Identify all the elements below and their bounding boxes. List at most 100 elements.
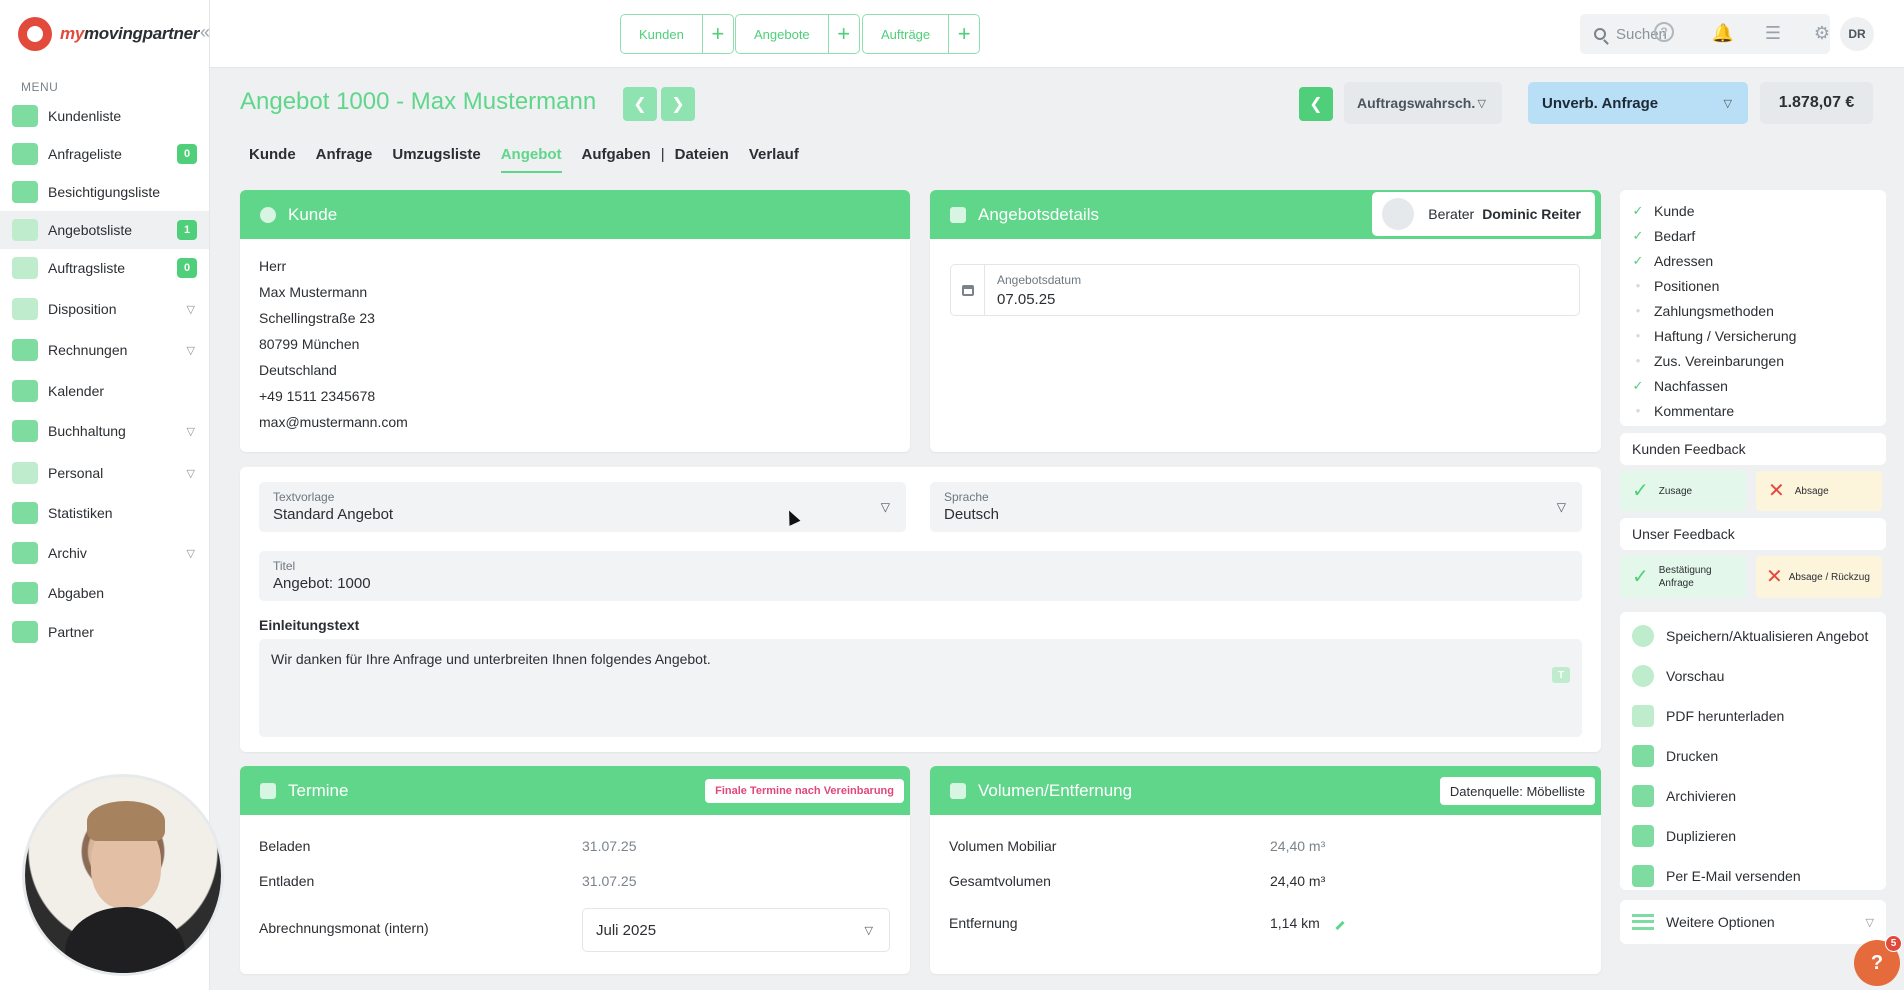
check-adressen[interactable]: ✓ Adressen — [1632, 248, 1874, 273]
accept-button[interactable]: ✓ Zusage — [1620, 471, 1746, 511]
archive-button[interactable]: Archivieren — [1632, 776, 1874, 816]
check-nachfassen[interactable]: ✓ Nachfassen — [1632, 373, 1874, 398]
download-icon — [1632, 785, 1654, 807]
text-settings-card: Textvorlage Standard Angebot ▽ Sprache D… — [240, 467, 1601, 752]
customers-icon — [12, 105, 38, 127]
gear-icon[interactable]: ⚙ — [1811, 22, 1833, 44]
preview-button[interactable]: Vorschau — [1632, 656, 1874, 696]
archive-icon — [12, 542, 38, 564]
add-angebot-icon[interactable]: + — [829, 15, 859, 53]
sidebar-item-abgaben[interactable]: Abgaben — [0, 574, 209, 612]
chevron-down-icon: ▽ — [1865, 916, 1874, 929]
staff-icon — [12, 462, 38, 484]
menu-lines-icon — [1632, 914, 1654, 930]
check-icon: ✓ — [1632, 227, 1644, 243]
accounting-icon — [12, 420, 38, 442]
more-options-button[interactable]: Weitere Optionen ▽ — [1620, 900, 1886, 944]
star-icon — [950, 206, 966, 223]
sidebar-item-partner[interactable]: Partner — [0, 613, 209, 651]
probability-select[interactable]: Auftragswahrsch. ▽ — [1344, 82, 1502, 124]
check-icon: ✓ — [1632, 480, 1649, 502]
chevron-down-icon: ▽ — [1477, 97, 1486, 110]
sidebar-item-buchhaltung[interactable]: Buchhaltung ▽ — [0, 412, 209, 450]
decline-button[interactable]: ✕ Absage — [1756, 471, 1882, 511]
calendar-icon — [951, 265, 985, 315]
user-avatar[interactable]: DR — [1840, 17, 1874, 51]
sidebar-item-angebotsliste[interactable]: Angebotsliste 1 — [0, 211, 209, 249]
phone: +49 1511 2345678 — [259, 388, 376, 404]
sidebar-item-kundenliste[interactable]: Kundenliste — [0, 97, 209, 135]
language-select[interactable]: Sprache Deutsch ▽ — [930, 482, 1582, 532]
sidebar-item-rechnungen[interactable]: Rechnungen ▽ — [0, 331, 209, 369]
person-icon — [260, 206, 276, 223]
unloading-label: Entladen — [259, 873, 315, 889]
billing-month-select[interactable]: Juli 2025 ▽ — [582, 908, 890, 952]
sidebar-item-anfrageliste[interactable]: Anfrageliste 0 — [0, 135, 209, 173]
our-feedback-label: Unser Feedback — [1620, 518, 1886, 550]
advisor-select[interactable]: Berater Dominic Reiter — [1372, 192, 1595, 236]
text-format-icon[interactable]: T — [1552, 667, 1570, 683]
tab-dateien[interactable]: Dateien — [675, 146, 729, 173]
previous-offer-button[interactable]: ❮ — [623, 87, 657, 121]
sidebar-item-auftragsliste[interactable]: Auftragsliste 0 — [0, 249, 209, 287]
tab-umzugsliste[interactable]: Umzugsliste — [392, 146, 480, 173]
next-offer-button[interactable]: ❯ — [661, 87, 695, 121]
status-select[interactable]: Unverb. Anfrage ▽ — [1528, 82, 1748, 124]
add-auftrag-icon[interactable]: + — [949, 15, 979, 53]
check-kommentare[interactable]: ● Kommentare — [1632, 398, 1874, 423]
tab-angebot[interactable]: Angebot — [500, 146, 562, 173]
furniture-volume-label: Volumen Mobiliar — [949, 838, 1057, 854]
data-source-button[interactable]: Datenquelle: Möbelliste — [1439, 777, 1595, 805]
sidebar-item-kalender[interactable]: Kalender — [0, 372, 209, 410]
dot-icon: ● — [1635, 356, 1641, 365]
sidebar-item-disposition[interactable]: Disposition ▽ — [0, 290, 209, 328]
back-button[interactable]: ❮ — [1299, 87, 1333, 121]
chevron-down-icon: ▽ — [880, 500, 890, 514]
download-pdf-button[interactable]: PDF herunterladen — [1632, 696, 1874, 736]
sidebar-item-personal[interactable]: Personal ▽ — [0, 454, 209, 492]
offer-date-field[interactable]: Angebotsdatum 07.05.25 — [950, 264, 1580, 316]
offer-document-icon — [12, 219, 38, 241]
help-icon[interactable]: ? — [1654, 22, 1674, 42]
send-email-button[interactable]: Per E-Mail versenden — [1632, 856, 1874, 896]
print-button[interactable]: Drucken — [1632, 736, 1874, 776]
template-select[interactable]: Textvorlage Standard Angebot ▽ — [259, 482, 906, 532]
postal-city: 80799 München — [259, 336, 360, 352]
duplicate-button[interactable]: Duplizieren — [1632, 816, 1874, 856]
check-haftung[interactable]: ● Haftung / Versicherung — [1632, 323, 1874, 348]
magnifier-icon — [1632, 665, 1654, 687]
check-zahlungsmethoden[interactable]: ● Zahlungsmethoden — [1632, 298, 1874, 323]
offer-details-card: Angebotsdetails Berater Dominic Reiter A… — [930, 190, 1601, 452]
kunden-button[interactable]: Kunden — [621, 15, 703, 53]
logo-icon — [18, 17, 52, 51]
withdraw-button[interactable]: ✕ Absage / Rückzug — [1756, 556, 1882, 598]
tab-aufgaben[interactable]: Aufgaben — [582, 146, 651, 173]
confirm-inquiry-button[interactable]: ✓ Bestätigung Anfrage — [1620, 556, 1746, 598]
check-vereinbarungen[interactable]: ● Zus. Vereinbarungen — [1632, 348, 1874, 373]
tab-separator: | — [660, 146, 665, 163]
sidebar-item-besichtigungsliste[interactable]: Besichtigungsliste — [0, 173, 209, 211]
auftraege-button[interactable]: Aufträge — [863, 15, 950, 53]
logo[interactable]: mymovingpartner — [18, 16, 199, 52]
check-bedarf[interactable]: ✓ Bedarf — [1632, 223, 1874, 248]
bell-icon[interactable]: 🔔 — [1712, 22, 1734, 44]
edit-pencil-icon[interactable] — [1335, 920, 1345, 931]
sidebar-item-statistiken[interactable]: Statistiken — [0, 494, 209, 532]
task-list-icon[interactable]: ☰ — [1762, 22, 1784, 44]
angebote-button[interactable]: Angebote — [736, 15, 829, 53]
intro-textarea[interactable]: Wir danken für Ihre Anfrage und unterbre… — [259, 639, 1582, 737]
title-field[interactable]: Titel Angebot: 1000 — [259, 551, 1582, 601]
boxes-icon — [950, 782, 966, 799]
tab-verlauf[interactable]: Verlauf — [749, 146, 799, 173]
loading-date: 31.07.25 — [582, 838, 637, 854]
collapse-sidebar-icon[interactable]: « — [200, 22, 210, 43]
chevron-down-icon: ▽ — [186, 547, 195, 560]
sidebar-item-archiv[interactable]: Archiv ▽ — [0, 534, 209, 572]
check-positionen[interactable]: ● Positionen — [1632, 273, 1874, 298]
tab-kunde[interactable]: Kunde — [249, 146, 296, 173]
check-kunde[interactable]: ✓ Kunde — [1632, 198, 1874, 223]
add-kunde-icon[interactable]: + — [703, 15, 733, 53]
chevron-down-icon: ▽ — [864, 924, 873, 937]
tab-anfrage[interactable]: Anfrage — [316, 146, 373, 173]
save-offer-button[interactable]: Speichern/Aktualisieren Angebot — [1632, 616, 1874, 656]
